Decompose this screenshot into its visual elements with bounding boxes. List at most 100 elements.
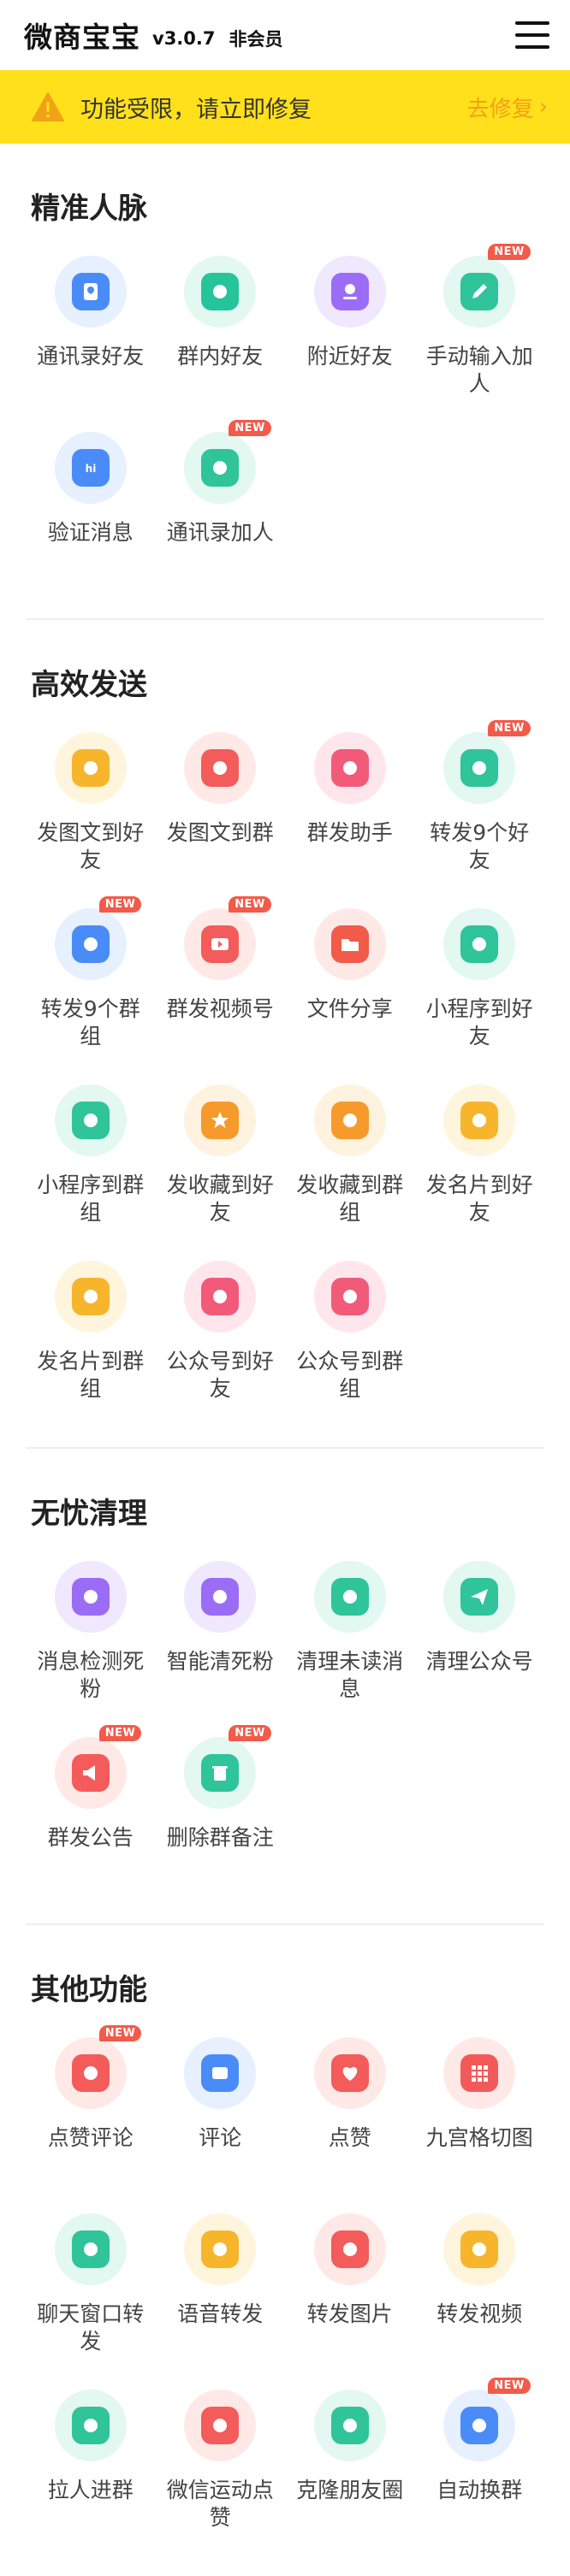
image-text-group-icon — [184, 732, 257, 804]
feature-item[interactable]: NEW 转发9个群组 — [26, 896, 156, 1066]
sport-like-icon — [184, 2390, 257, 2461]
fix-link[interactable]: 去修复 › — [467, 92, 548, 123]
feature-label: 聊天窗口转发 — [37, 2301, 145, 2354]
feature-label: 发名片到好友 — [425, 1173, 533, 1225]
feature-item[interactable]: 九宫格切图 — [415, 2034, 545, 2195]
feature-item[interactable]: NEW 删除群备注 — [156, 1725, 286, 1894]
feature-grid: 发图文到好友 发图文到群 群发助手 NEW 转发9个好友 NEW 转发9个群组 NEW 群发视频… — [26, 720, 545, 1447]
feature-item[interactable]: 发名片到好友 — [415, 1081, 545, 1242]
feature-label: 公众号到群组 — [296, 1349, 404, 1401]
card-circle-icon — [54, 1261, 127, 1332]
feature-item[interactable]: 清理未读消息 — [285, 1557, 415, 1718]
feature-item[interactable]: 发图文到群 — [156, 729, 286, 889]
feature-label: 群内好友 — [177, 344, 264, 369]
feature-item[interactable]: 通讯录好友 — [26, 252, 156, 413]
feature-item[interactable]: 智能清死粉 — [156, 1557, 286, 1718]
feature-section: 高效发送 发图文到好友 发图文到群 群发助手 NEW 转发9个好友 NEW 转发9个群组 NEW… — [0, 620, 570, 1447]
new-badge: NEW — [98, 896, 142, 913]
feature-item[interactable]: 附近好友 — [285, 252, 415, 413]
video-forward-icon — [443, 2213, 516, 2285]
grid-icon — [443, 2037, 516, 2109]
feature-item[interactable]: 克隆朋友圈 — [285, 2386, 415, 2547]
unread-message-icon — [313, 1561, 386, 1633]
feature-item[interactable]: hi 验证消息 — [26, 428, 156, 589]
feature-label: 验证消息 — [47, 520, 134, 545]
feature-item[interactable]: 公众号到群组 — [285, 1257, 415, 1418]
like-comment-icon: NEW — [54, 2025, 142, 2109]
feature-item[interactable]: 文件分享 — [285, 905, 415, 1066]
star-circle-icon — [313, 1084, 386, 1156]
feature-label: 群发公告 — [47, 1825, 134, 1850]
official-account-icon — [184, 1261, 257, 1332]
feature-item[interactable]: NEW 转发9个好友 — [415, 720, 545, 889]
feature-section: 其他功能 NEW 点赞评论 评论 点赞 九宫格切图 聊天窗口转发 语音转发 转发图片 转发视频 拉人… — [0, 1925, 570, 2576]
feature-label: 附近好友 — [306, 344, 393, 369]
feature-item[interactable]: 转发视频 — [415, 2210, 545, 2371]
image-forward-icon — [313, 2213, 386, 2285]
feature-item[interactable]: NEW 自动换群 — [415, 2378, 545, 2547]
feature-item[interactable]: 聊天窗口转发 — [26, 2210, 156, 2371]
feature-item[interactable]: 发名片到群组 — [26, 1257, 156, 1418]
group-add-icon — [184, 256, 257, 328]
voice-icon — [184, 2213, 257, 2285]
feature-label: 转发9个好友 — [430, 820, 530, 872]
lightning-clean-icon — [184, 1561, 257, 1633]
feature-item[interactable]: 转发图片 — [285, 2210, 415, 2371]
warning-banner[interactable]: 功能受限，请立即修复 去修复 › — [0, 70, 570, 144]
moments-clone-icon — [313, 2390, 386, 2461]
folder-icon — [313, 908, 386, 980]
feature-item[interactable]: 公众号到好友 — [156, 1257, 286, 1418]
megaphone-icon: NEW — [54, 1725, 142, 1809]
card-icon — [443, 1084, 516, 1156]
location-icon — [313, 256, 386, 328]
feature-label: 九宫格切图 — [425, 2125, 533, 2150]
feature-item[interactable]: 发收藏到群组 — [285, 1081, 415, 1242]
feature-item[interactable]: NEW 手动输入加人 — [415, 244, 545, 413]
feature-item[interactable]: 发图文到好友 — [26, 729, 156, 889]
warning-icon — [32, 92, 64, 121]
feature-item[interactable]: NEW 群发视频号 — [156, 896, 286, 1066]
new-badge: NEW — [98, 2025, 142, 2041]
feature-item[interactable]: 语音转发 — [156, 2210, 286, 2371]
menu-icon[interactable] — [515, 21, 549, 49]
feature-label: 通讯录加人 — [166, 520, 274, 545]
send-plane-icon — [443, 1561, 516, 1633]
feature-item[interactable]: NEW 群发公告 — [26, 1725, 156, 1894]
feature-item[interactable]: 评论 — [156, 2034, 286, 2195]
new-badge: NEW — [229, 1725, 271, 1741]
feature-item[interactable]: 群内好友 — [156, 252, 286, 413]
chevron-right-icon: › — [538, 94, 548, 120]
feature-item[interactable]: NEW 通讯录加人 — [156, 420, 286, 589]
feature-label: 发收藏到好友 — [166, 1173, 274, 1225]
feature-label: 转发9个群组 — [40, 996, 140, 1049]
feature-item[interactable]: 小程序到好友 — [415, 905, 545, 1066]
member-status: 非会员 — [229, 29, 283, 50]
new-badge: NEW — [229, 896, 271, 913]
new-badge: NEW — [488, 720, 531, 736]
feature-item[interactable]: 拉人进群 — [26, 2386, 156, 2547]
forward-friends-icon: NEW — [443, 720, 531, 804]
new-badge: NEW — [488, 2378, 531, 2394]
invite-icon — [54, 2390, 127, 2461]
feature-item[interactable]: NEW 点赞评论 — [26, 2025, 156, 2195]
feature-item[interactable]: 小程序到群组 — [26, 1081, 156, 1242]
feature-item[interactable]: 群发助手 — [285, 729, 415, 889]
section-title: 高效发送 — [31, 668, 147, 702]
feature-item[interactable]: 微信运动点赞 — [156, 2386, 286, 2547]
hi-message-icon: hi — [54, 432, 127, 504]
feature-label: 公众号到好友 — [166, 1349, 274, 1401]
feature-label: 拉人进群 — [47, 2478, 134, 2502]
official-account-group-icon — [313, 1261, 386, 1332]
feature-item[interactable]: 清理公众号 — [415, 1557, 545, 1718]
fix-link-label: 去修复 — [466, 96, 534, 122]
broadcast-icon — [313, 732, 386, 804]
feature-item[interactable]: 点赞 — [285, 2034, 415, 2195]
feature-item[interactable]: 发收藏到好友 — [156, 1081, 286, 1242]
feature-item[interactable]: 消息检测死粉 — [26, 1557, 156, 1718]
comment-icon — [184, 2037, 257, 2109]
feature-section: 精准人脉通讯录好友 群内好友 附近好友 NEW 手动输入加人 hi 验证消息 NEW 通讯录加人 — [0, 144, 570, 618]
section-title: 精准人脉 — [31, 192, 147, 226]
ghost-check-icon — [54, 1561, 127, 1633]
feature-section: 无忧清理 消息检测死粉 智能清死粉 清理未读消息 清理公众号 NEW 群发公告 NEW 删除群备… — [0, 1449, 570, 1923]
miniprogram-group-icon — [54, 1084, 127, 1156]
